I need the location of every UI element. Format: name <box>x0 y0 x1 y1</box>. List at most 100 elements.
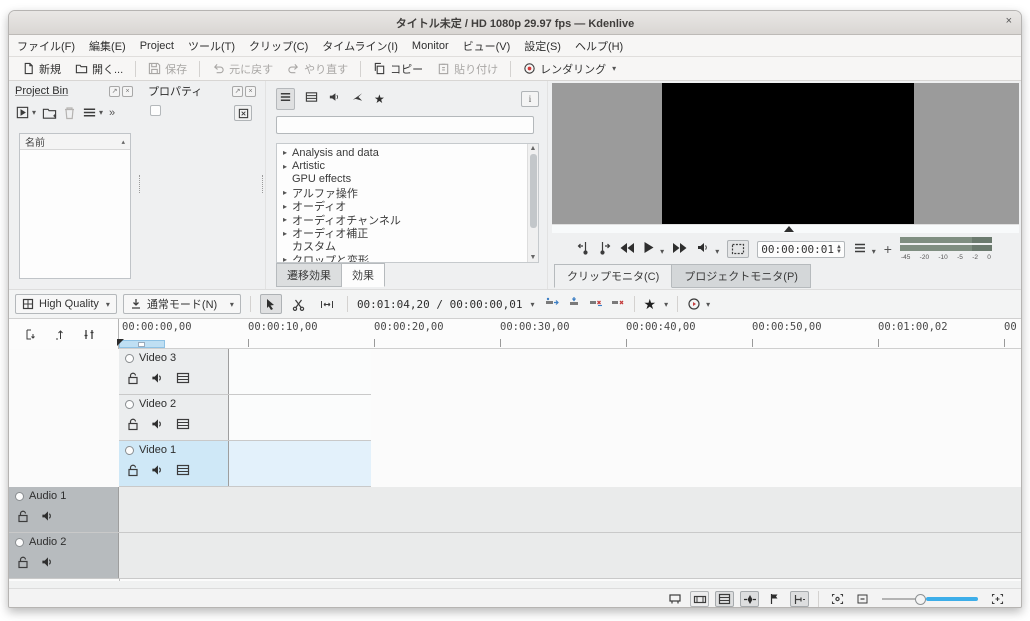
speaker-icon[interactable] <box>41 510 54 522</box>
monitor-timecode[interactable]: 00:00:00:01 ▲▼ <box>757 241 844 258</box>
monitor-seekbar[interactable] <box>552 224 1019 233</box>
razor-tool-button[interactable] <box>288 294 310 314</box>
rewind-button[interactable] <box>619 242 635 257</box>
tab-effects[interactable]: 効果 <box>342 263 385 287</box>
show-markers-button[interactable] <box>765 591 784 607</box>
float-panel-icon[interactable]: ↗ <box>109 86 120 97</box>
project-bin-tree[interactable]: 名前 ▴ <box>19 133 131 279</box>
expand-caret-icon[interactable]: ▸ <box>281 202 289 211</box>
expand-caret-icon[interactable]: ▸ <box>281 188 289 197</box>
timecode-spinner[interactable]: ▲▼ <box>837 244 841 254</box>
paste-button[interactable]: 貼り付け <box>432 59 503 79</box>
effects-list[interactable]: ▸Analysis and data ▸Artistic GPU effects… <box>276 143 539 263</box>
video-thumb-icon[interactable] <box>176 464 190 476</box>
close-button[interactable]: × <box>1006 15 1012 27</box>
effects-scrollbar[interactable]: ▲ ▼ <box>527 144 538 262</box>
monitor-volume-button[interactable]: ▾ <box>696 241 719 257</box>
lock-icon[interactable] <box>127 464 139 477</box>
mixer-icon[interactable] <box>83 328 96 341</box>
insert-track-icon[interactable] <box>25 328 38 341</box>
new-button[interactable]: 新規 <box>17 59 66 79</box>
add-clip-button[interactable]: ▾ <box>15 105 36 120</box>
selection-tool-button[interactable] <box>260 294 282 314</box>
timeline-render-button[interactable]: ▾ <box>687 297 710 311</box>
delete-clip-button[interactable] <box>63 106 76 120</box>
speaker-icon[interactable] <box>151 418 164 430</box>
zone-start-button[interactable] <box>577 241 590 258</box>
menu-settings[interactable]: 設定(S) <box>524 38 561 54</box>
tab-project-monitor[interactable]: プロジェクトモニタ(P) <box>672 264 811 288</box>
track-header[interactable]: Video 3 <box>119 349 229 394</box>
track-lane[interactable] <box>229 349 371 394</box>
save-button[interactable]: 保存 <box>143 59 192 79</box>
zone-handle[interactable] <box>138 342 145 347</box>
effects-search-input[interactable] <box>276 116 534 134</box>
render-button[interactable]: レンダリング ▾ <box>518 59 621 79</box>
favorite-effects-button[interactable]: ★ <box>644 296 657 313</box>
expand-caret-icon[interactable]: ▸ <box>281 255 289 263</box>
effect-category[interactable]: ▸Analysis and data <box>277 146 538 159</box>
zone-end-button[interactable] <box>598 241 611 258</box>
bin-overflow-button[interactable]: » <box>109 107 115 119</box>
render-dropdown-arrow[interactable]: ▾ <box>612 64 616 73</box>
lock-icon[interactable] <box>17 510 29 523</box>
menu-edit[interactable]: 編集(E) <box>89 38 126 54</box>
timeline-timecode[interactable]: 00:01:04,20 / 00:00:00,01 <box>357 298 523 311</box>
track-target-radio[interactable] <box>15 538 24 547</box>
track-lane[interactable] <box>229 441 371 486</box>
overwrite-zone-button[interactable] <box>567 297 581 311</box>
video-effects-button[interactable] <box>305 90 318 108</box>
menu-project[interactable]: Project <box>140 40 174 52</box>
show-audio-thumbnails-button[interactable] <box>740 591 759 607</box>
track-target-radio[interactable] <box>125 354 134 363</box>
menu-clip[interactable]: クリップ(C) <box>249 38 308 54</box>
scroll-down-icon[interactable]: ▼ <box>528 254 538 261</box>
track-header[interactable]: Video 2 <box>119 395 229 440</box>
extract-zone-button[interactable] <box>589 297 603 311</box>
monitor-menu-dropdown-arrow[interactable]: ▾ <box>872 247 876 256</box>
redo-button[interactable]: やり直す <box>282 59 353 79</box>
monitor-zoom-button[interactable] <box>727 240 749 258</box>
effect-category[interactable]: ▸クロップと変形 <box>277 253 538 263</box>
timeline-zone[interactable] <box>119 340 165 348</box>
close-panel-icon[interactable]: × <box>245 86 256 97</box>
float-panel-icon[interactable]: ↗ <box>232 86 243 97</box>
expand-caret-icon[interactable]: ▸ <box>281 148 289 157</box>
lock-icon[interactable] <box>127 372 139 385</box>
menu-timeline[interactable]: タイムライン(I) <box>322 38 398 54</box>
mode-dropdown-arrow[interactable]: ▾ <box>230 300 234 309</box>
quality-dropdown-arrow[interactable]: ▾ <box>106 300 110 309</box>
properties-options-button[interactable] <box>234 105 252 121</box>
track-header[interactable]: Audio 1 <box>9 487 119 532</box>
video-thumb-icon[interactable] <box>176 372 190 384</box>
speaker-icon[interactable] <box>41 556 54 568</box>
timeline-zoom-slider[interactable] <box>882 592 978 606</box>
track-target-radio[interactable] <box>125 400 134 409</box>
expand-caret-icon[interactable]: ▸ <box>281 215 289 224</box>
track-target-radio[interactable] <box>15 492 24 501</box>
expand-caret-icon[interactable]: ▸ <box>281 229 289 238</box>
monitor-menu-button[interactable]: ▾ <box>853 242 876 257</box>
track-lane[interactable] <box>229 395 371 440</box>
show-video-thumbnails-button[interactable] <box>690 591 709 607</box>
lock-icon[interactable] <box>17 556 29 569</box>
track-header[interactable]: Audio 2 <box>9 533 119 578</box>
bin-view-menu-button[interactable]: ▾ <box>82 106 103 119</box>
show-film-thumbnails-button[interactable] <box>715 591 734 607</box>
automatic-transition-button[interactable] <box>665 591 684 607</box>
title-bar[interactable]: タイトル未定 / HD 1080p 29.97 fps — Kdenlive × <box>9 11 1021 35</box>
sort-ascending-icon[interactable]: ▴ <box>121 138 125 146</box>
close-panel-icon[interactable]: × <box>122 86 133 97</box>
track-header[interactable]: Video 1 <box>119 441 229 486</box>
audio-effects-button[interactable] <box>328 90 341 108</box>
menu-view[interactable]: ビュー(V) <box>463 38 511 54</box>
insert-zone-button[interactable] <box>545 297 559 311</box>
play-dropdown-arrow[interactable]: ▾ <box>660 247 664 256</box>
expand-caret-icon[interactable]: ▸ <box>281 162 289 171</box>
menu-monitor[interactable]: Monitor <box>412 40 449 52</box>
properties-checkbox[interactable] <box>150 105 161 116</box>
create-folder-button[interactable] <box>42 106 57 120</box>
edit-mode-select[interactable]: 通常モード(N) ▾ <box>123 294 241 314</box>
fit-zoom-button[interactable] <box>828 591 847 607</box>
scroll-up-icon[interactable]: ▲ <box>528 145 538 152</box>
